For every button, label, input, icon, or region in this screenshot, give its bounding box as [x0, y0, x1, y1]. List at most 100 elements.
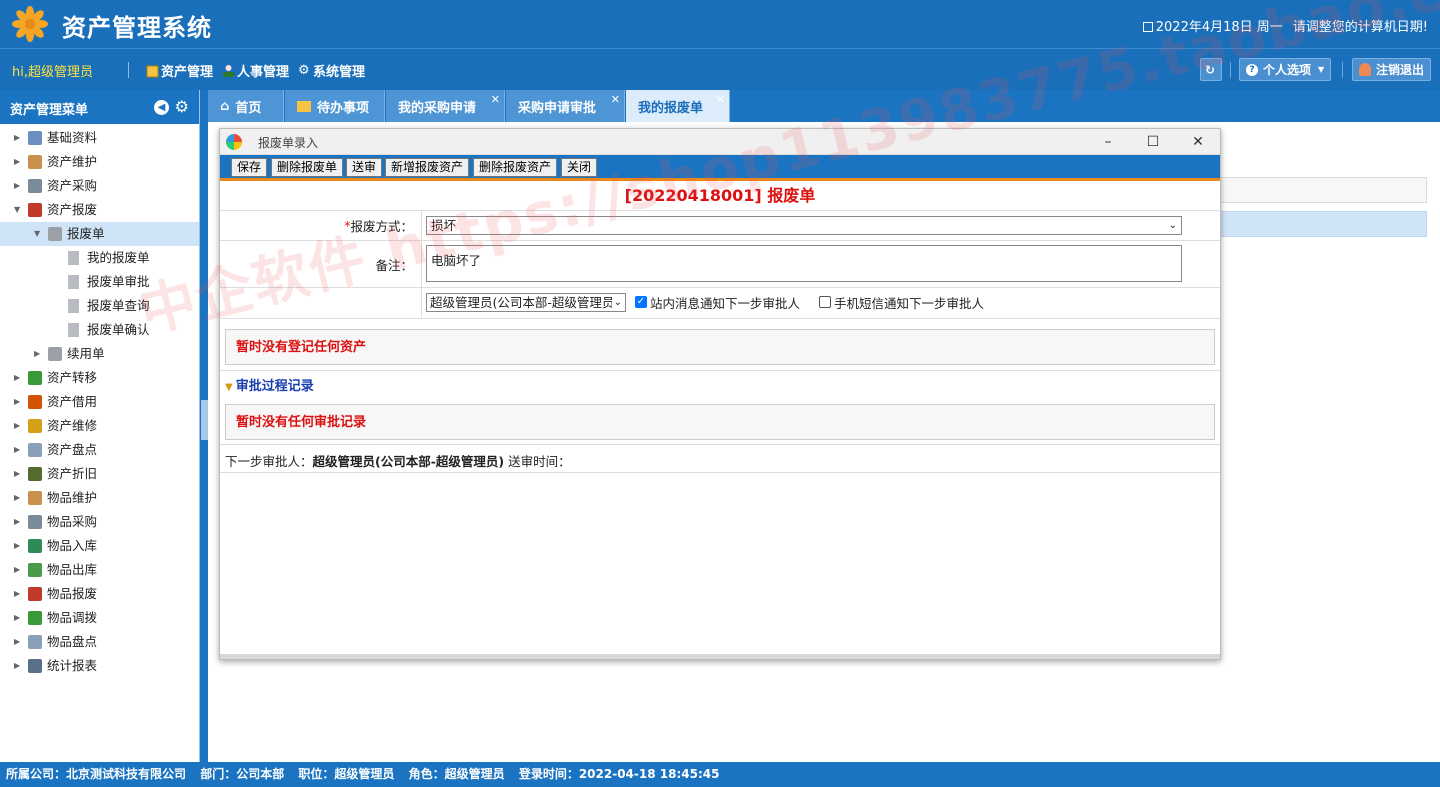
sidebar-item[interactable]: ▶ 物品盘点 — [0, 630, 199, 654]
close-icon[interactable]: ✕ — [716, 93, 725, 106]
chevron-right-icon[interactable]: ▶ — [14, 486, 20, 510]
notify-sms-label: 手机短信通知下一步审批人 — [834, 296, 985, 311]
tab-my-scrap[interactable]: 我的报废单 ✕ — [626, 90, 730, 122]
chevron-right-icon[interactable]: ▶ — [14, 606, 20, 630]
chevron-right-icon[interactable]: ▶ — [14, 366, 20, 390]
chevron-right-icon[interactable]: ▶ — [14, 390, 20, 414]
sidebar-item[interactable]: ▼ 报废单 — [0, 222, 199, 246]
sidebar-item[interactable]: ▶ 物品调拨 — [0, 606, 199, 630]
chevron-right-icon[interactable]: ▶ — [14, 462, 20, 486]
save-button[interactable]: 保存 — [231, 158, 268, 177]
sidebar-item[interactable]: ▶ 物品报废 — [0, 582, 199, 606]
sidebar-item[interactable]: 报废单审批 — [0, 270, 199, 294]
form-heading: [20220418001] 报废单 — [220, 181, 1220, 211]
splitter-handle[interactable] — [201, 400, 208, 440]
chevron-right-icon[interactable]: ▶ — [14, 174, 20, 198]
sidebar-item-label: 物品报废 — [47, 586, 98, 601]
chevron-right-icon[interactable]: ▶ — [14, 630, 20, 654]
notify-sms-checkbox[interactable] — [819, 296, 831, 308]
sidebar-item[interactable]: ▶ 资产折旧 — [0, 462, 199, 486]
minimize-button[interactable]: – — [1098, 132, 1118, 152]
folder-icon — [146, 65, 159, 77]
delete-scrap-button[interactable]: 删除报废单 — [271, 158, 344, 177]
people-icon — [223, 64, 234, 77]
add-scrap-asset-button[interactable]: 新增报废资产 — [385, 158, 470, 177]
submit-review-button[interactable]: 送审 — [346, 158, 383, 177]
sidebar-item[interactable]: ▶ 资产采购 — [0, 174, 199, 198]
sidebar-item[interactable]: 报废单查询 — [0, 294, 199, 318]
chevron-right-icon[interactable]: ▶ — [14, 582, 20, 606]
refresh-icon: ↻ — [1205, 62, 1216, 77]
tab-home[interactable]: ⌂ 首页 — [208, 90, 284, 122]
close-button[interactable]: ✕ — [1188, 132, 1208, 152]
status-footer: 所属公司：北京测试科技有限公司 部门：公司本部 职位：超级管理员 角色：超级管理… — [0, 762, 1440, 787]
divider — [1230, 62, 1231, 78]
tab-my-purchase[interactable]: 我的采购申请 ✕ — [386, 90, 505, 122]
footer-role: 角色：超级管理员 — [408, 767, 505, 781]
expand-icon — [28, 563, 42, 577]
gear-icon: ⚙ — [298, 62, 310, 78]
logout-button[interactable]: 注销退出 — [1352, 58, 1432, 81]
chevron-right-icon[interactable]: ▶ — [14, 510, 20, 534]
sidebar-splitter[interactable] — [201, 90, 208, 762]
tab-bar: ⌂ 首页 待办事项 我的采购申请 ✕ 采购申请审批 ✕ 我的报废单 ✕ — [208, 90, 1440, 122]
dialog-titlebar[interactable]: 报废单录入 – ☐ ✕ — [220, 129, 1220, 155]
close-icon[interactable]: ✕ — [491, 93, 500, 106]
chart-icon — [28, 659, 42, 673]
sidebar-item[interactable]: ▶ 资产维修 — [0, 414, 199, 438]
sidebar-item[interactable]: 报废单确认 — [0, 318, 199, 342]
close-icon[interactable]: ✕ — [611, 93, 620, 106]
help-icon: ? — [1246, 63, 1258, 76]
sidebar-item[interactable]: ▶ 物品维护 — [0, 486, 199, 510]
divider — [128, 62, 129, 78]
menu-hr-management[interactable]: 人事管理 — [222, 61, 289, 80]
scrap-method-select[interactable]: 损坏 ⌄ — [426, 216, 1182, 235]
menu-asset-management[interactable]: 资产管理 — [146, 61, 213, 80]
borrow-icon — [28, 395, 42, 409]
menu-system-management[interactable]: ⚙ 系统管理 — [298, 61, 365, 81]
delete-scrap-asset-button[interactable]: 删除报废资产 — [473, 158, 558, 177]
sidebar-item[interactable]: ▶ 统计报表 — [0, 654, 199, 678]
chevron-right-icon[interactable]: ▶ — [14, 126, 20, 150]
file-icon — [68, 323, 79, 337]
chevron-right-icon[interactable]: ▶ — [14, 558, 20, 582]
chevron-right-icon[interactable]: ▶ — [14, 150, 20, 174]
close-dialog-button[interactable]: 关闭 — [561, 158, 598, 177]
tab-todo[interactable]: 待办事项 — [285, 90, 385, 122]
sidebar-item[interactable]: ▶ 资产借用 — [0, 390, 199, 414]
folder-icon — [48, 347, 62, 361]
footer-login-time: 登录时间：2022-04-18 18:45:45 — [518, 767, 720, 781]
gear-icon[interactable]: ⚙ — [175, 99, 189, 115]
approval-section-toggle[interactable]: ▼ 审批过程记录 — [225, 375, 314, 394]
chevron-right-icon[interactable]: ▶ — [14, 654, 20, 678]
maximize-button[interactable]: ☐ — [1143, 132, 1163, 152]
chevron-right-icon[interactable]: ▶ — [14, 438, 20, 462]
sidebar-item[interactable]: ▼ 资产报废 — [0, 198, 199, 222]
app-title: 资产管理系统 — [62, 14, 212, 42]
sidebar-item[interactable]: 我的报废单 — [0, 246, 199, 270]
remark-textarea[interactable]: 电脑坏了 — [426, 245, 1182, 282]
sidebar-item[interactable]: ▶ 物品采购 — [0, 510, 199, 534]
tab-purchase-approval[interactable]: 采购申请审批 ✕ — [506, 90, 625, 122]
sidebar-item[interactable]: ▶ 物品入库 — [0, 534, 199, 558]
chevron-right-icon[interactable]: ▶ — [14, 534, 20, 558]
approver-label — [220, 288, 422, 318]
chevron-right-icon[interactable]: ▶ — [14, 414, 20, 438]
sidebar-item[interactable]: ▶ 资产维护 — [0, 150, 199, 174]
chevron-down-icon[interactable]: ▼ — [14, 198, 20, 222]
sidebar-item[interactable]: ▶ 续用单 — [0, 342, 199, 366]
sidebar-item-label: 资产维护 — [47, 154, 98, 169]
sidebar-item[interactable]: ▶ 资产盘点 — [0, 438, 199, 462]
chevron-down-icon[interactable]: ▼ — [34, 222, 40, 246]
sidebar-item[interactable]: ▶ 资产转移 — [0, 366, 199, 390]
file-icon — [68, 299, 79, 313]
personal-options-button[interactable]: ? 个人选项 ▼ — [1239, 58, 1332, 81]
sidebar-item-label: 物品盘点 — [47, 634, 98, 649]
sidebar-item[interactable]: ▶ 物品出库 — [0, 558, 199, 582]
sidebar-item[interactable]: ▶ 基础资料 — [0, 126, 199, 150]
chevron-right-icon[interactable]: ▶ — [34, 342, 40, 366]
notify-site-checkbox[interactable]: ✓ — [635, 296, 647, 308]
collapse-icon[interactable]: ◀ — [154, 100, 169, 115]
refresh-button[interactable]: ↻ — [1200, 58, 1222, 81]
next-approver-select[interactable]: 超级管理员(公司本部-超级管理员) ⌄ — [426, 293, 626, 312]
